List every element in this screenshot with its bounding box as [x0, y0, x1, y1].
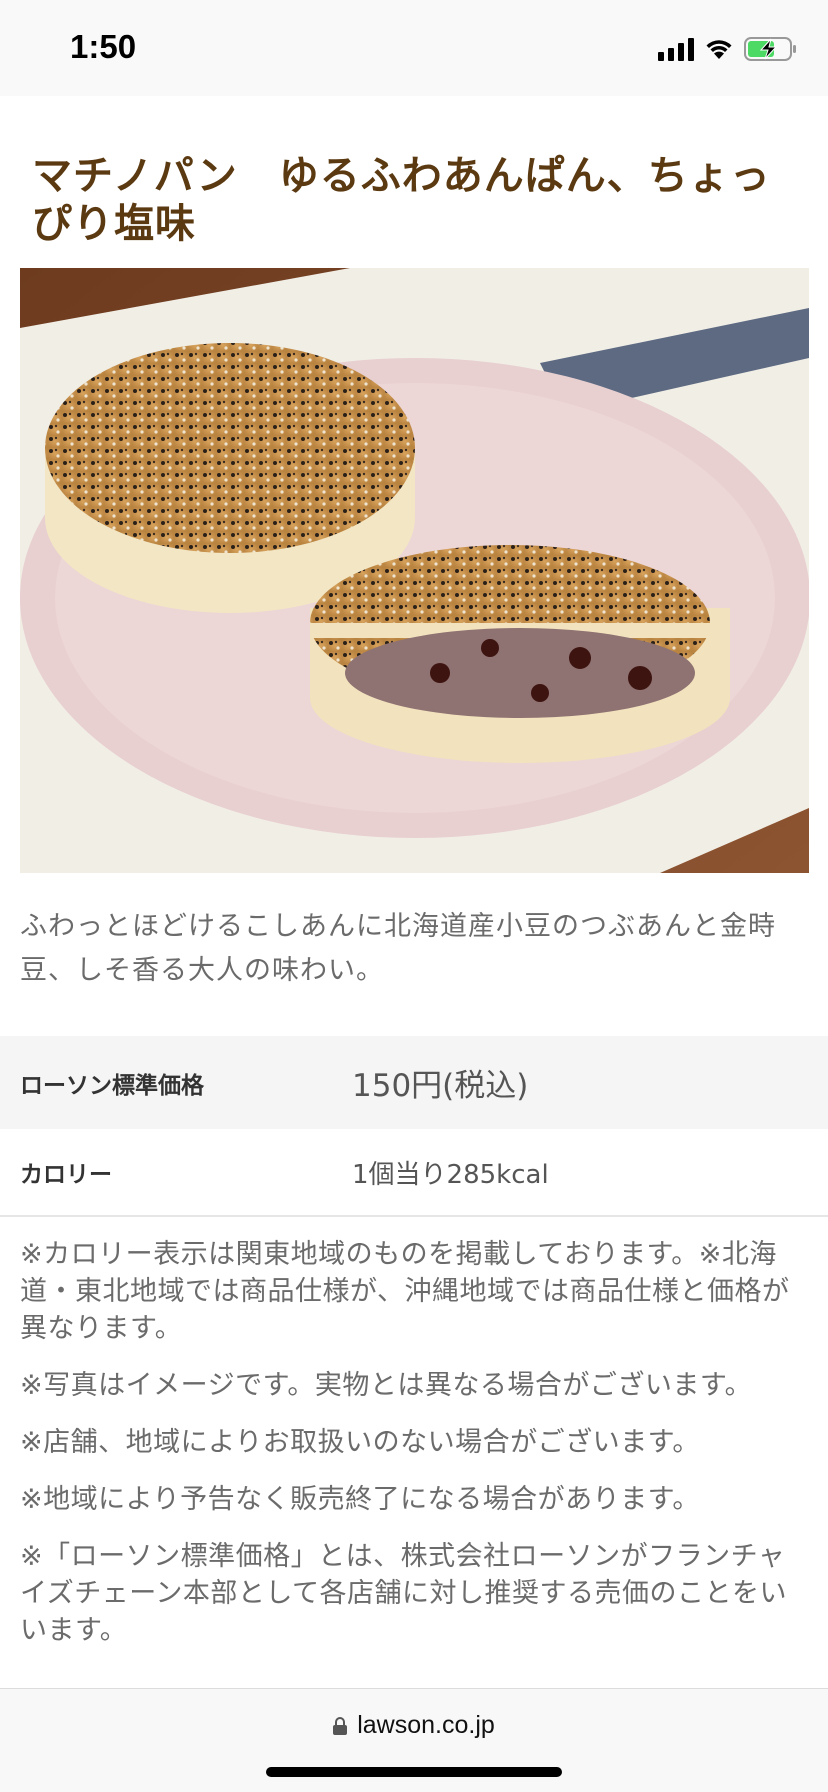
- wifi-icon: [706, 40, 732, 59]
- calorie-value: 1個当り285kcal: [352, 1159, 549, 1190]
- notes: ※カロリー表示は関東地域のものを掲載しております。※北海道・東北地域では商品仕様…: [20, 1236, 810, 1669]
- status-icons: [658, 34, 798, 64]
- battery-charging-icon: [744, 37, 796, 61]
- note-calorie: ※カロリー表示は関東地域のものを掲載しております。※北海道・東北地域では商品仕様…: [20, 1239, 790, 1344]
- url-text[interactable]: lawson.co.jp: [357, 1711, 495, 1740]
- price-row: ローソン標準価格 150円(税込): [0, 1036, 828, 1129]
- product-description: ふわっとほどけるこしあんに北海道産小豆のつぶあんと金時豆、しそ香る大人の味わい。: [20, 911, 776, 986]
- page: 1:50 マチノパン ゆるふわあんぱん、ちょっぴり塩味 ふわっとほどけるこしあん…: [0, 0, 828, 1792]
- price-label: ローソン標準価格: [20, 1072, 204, 1099]
- browser-bottom-bar: lawson.co.jp: [0, 1688, 828, 1792]
- home-indicator[interactable]: [266, 1767, 562, 1777]
- status-time: 1:50: [70, 28, 137, 65]
- product-title: マチノパン ゆるふわあんぱん、ちょっぴり塩味: [32, 153, 771, 247]
- price-value: 150円(税込): [352, 1068, 529, 1104]
- status-bar: 1:50: [0, 0, 828, 96]
- lock-icon: [333, 1716, 348, 1735]
- cellular-signal-icon: [658, 37, 694, 61]
- calorie-row: カロリー 1個当り285kcal: [0, 1129, 828, 1217]
- note-availability: ※店舗、地域によりお取扱いのない場合がございます。: [20, 1427, 700, 1458]
- url-display[interactable]: lawson.co.jp: [0, 1711, 828, 1740]
- note-standard-price: ※「ローソン標準価格」とは、株式会社ローソンがフランチャイズチェーン本部として各…: [20, 1541, 788, 1646]
- note-discontinue: ※地域により予告なく販売終了になる場合があります。: [20, 1484, 700, 1515]
- note-photo: ※写真はイメージです。実物とは異なる場合がございます。: [20, 1370, 753, 1401]
- product-image: [20, 268, 809, 873]
- calorie-label: カロリー: [20, 1162, 112, 1188]
